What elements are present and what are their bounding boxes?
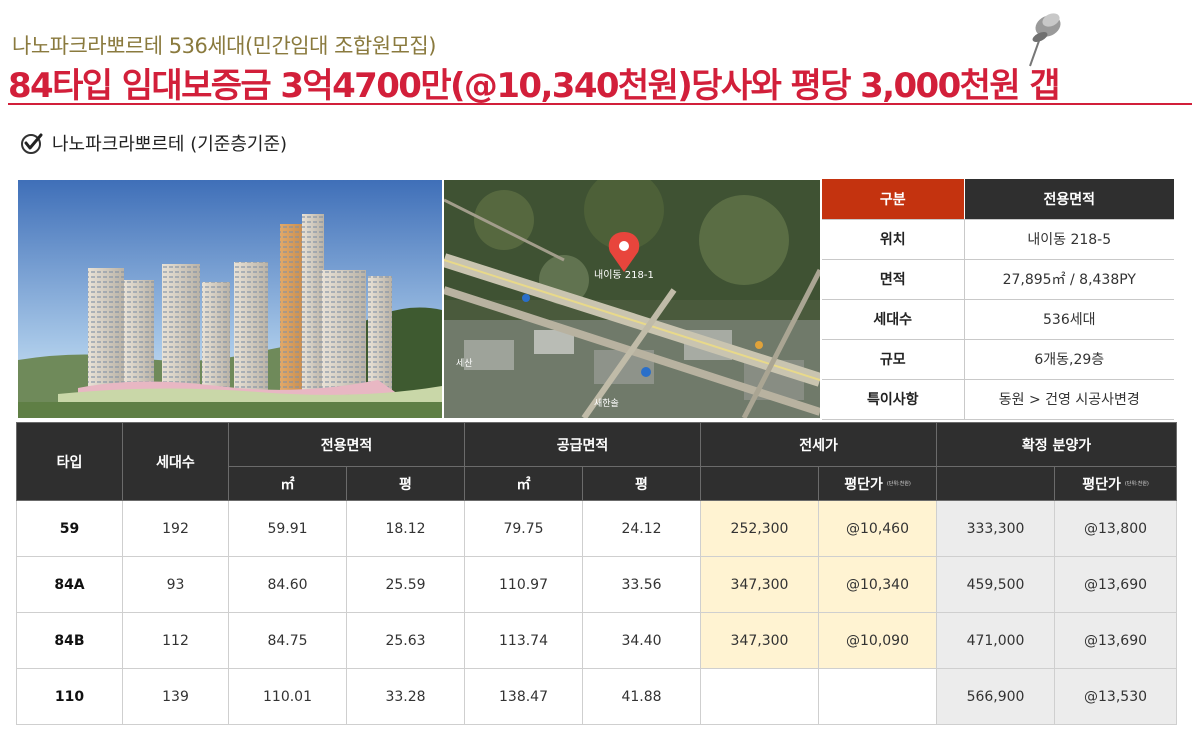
cell-jeonse-per-pyeong: @10,460 [817,500,938,557]
info-header-row: 구분 전용면적 [822,179,1174,220]
info-header-value: 전용면적 [964,179,1174,220]
info-header-category: 구분 [822,179,965,220]
section-heading: 나노파크라뽀르테 (기준층기준) [20,130,287,156]
col-header-sale-per-pyeong: 평단가 (단위:천원) [1054,466,1178,501]
cell-jeonse-total: 347,300 [700,556,819,613]
info-value: 6개동,29층 [964,339,1174,380]
info-key: 규모 [822,339,965,380]
project-info-table: 구분 전용면적 위치 내이동 218-5 면적 27,895㎡ / 8,438P… [822,179,1174,420]
map-label-1: 세산 [456,358,473,369]
cell-type: 110 [16,668,123,725]
cell-exclusive-sqm: 110.01 [228,668,347,725]
cell-sale-total: 471,000 [936,612,1056,669]
info-key: 면적 [822,259,965,300]
cell-supply-sqm: 138.47 [464,668,583,725]
cell-exclusive-pyeong: 33.28 [346,668,465,725]
per-pyeong-note: (단위:천원) [1124,481,1149,487]
col-header-type: 타입 [16,422,123,501]
cell-households: 139 [122,668,229,725]
cell-supply-pyeong: 41.88 [582,668,701,725]
cell-supply-sqm: 110.97 [464,556,583,613]
cell-sale-total: 459,500 [936,556,1056,613]
satellite-map-image: 내이동 218-1 세산 새한솔 [444,180,820,418]
table-row: 84B 112 84.75 25.63 113.74 34.40 347,300… [16,612,1178,669]
cell-supply-sqm: 79.75 [464,500,583,557]
page-subtitle: 나노파크라뽀르테 536세대(민간임대 조합원모집) [12,34,436,58]
info-key: 특이사항 [822,379,965,420]
table-row: 110 139 110.01 33.28 138.47 41.88 566,90… [16,668,1178,725]
apartment-rendering-image [18,180,442,418]
col-header-exclusive-pyeong: 평 [346,466,465,501]
info-key: 세대수 [822,299,965,340]
col-header-sale-total [936,466,1056,501]
headline-divider [8,103,1192,105]
cell-sale-total: 566,900 [936,668,1056,725]
cell-supply-sqm: 113.74 [464,612,583,669]
col-header-supply-pyeong: 평 [582,466,701,501]
cell-exclusive-sqm: 84.60 [228,556,347,613]
cell-households: 192 [122,500,229,557]
info-row: 특이사항 동원 > 건영 시공사변경 [822,379,1174,420]
cell-households: 93 [122,556,229,613]
col-header-jeonse: 전세가 [699,422,938,467]
col-header-jeonse-total [700,466,819,501]
cell-sale-total: 333,300 [936,500,1056,557]
page-headline: 84타입 임대보증금 3억4700만(@10,340천원)당사와 평당 3,00… [8,66,1061,106]
per-pyeong-note: (단위:천원) [886,481,911,487]
col-header-households: 세대수 [122,422,229,501]
col-header-exclusive-sqm: ㎡ [228,466,347,501]
push-pin-icon [1029,13,1061,67]
map-label-2: 새한솔 [594,398,619,409]
col-header-exclusive-area: 전용면적 [228,422,465,467]
table-row: 59 192 59.91 18.12 79.75 24.12 252,300 @… [16,500,1178,557]
info-value: 27,895㎡ / 8,438PY [964,259,1174,300]
col-header-supply-area: 공급면적 [464,422,701,467]
cell-jeonse-total: 347,300 [700,612,819,669]
info-row: 세대수 536세대 [822,299,1174,340]
cell-sale-per-pyeong: @13,530 [1054,668,1178,725]
price-header-row-1: 타입 세대수 전용면적 공급면적 전세가 확정 분양가 [16,422,1178,501]
cell-jeonse-per-pyeong: @10,090 [817,612,938,669]
cell-type: 84A [16,556,123,613]
cell-sale-per-pyeong: @13,690 [1054,612,1178,669]
cell-jeonse-per-pyeong [817,668,938,725]
table-row: 84A 93 84.60 25.59 110.97 33.56 347,300 … [16,556,1178,613]
info-value: 동원 > 건영 시공사변경 [964,379,1174,420]
cell-supply-pyeong: 33.56 [582,556,701,613]
cell-sale-per-pyeong: @13,800 [1054,500,1178,557]
info-value: 536세대 [964,299,1174,340]
cell-exclusive-sqm: 59.91 [228,500,347,557]
cell-jeonse-per-pyeong: @10,340 [817,556,938,613]
info-value: 내이동 218-5 [964,219,1174,260]
cell-exclusive-pyeong: 25.59 [346,556,465,613]
section-title: 나노파크라뽀르테 (기준층기준) [52,134,288,155]
cell-exclusive-pyeong: 25.63 [346,612,465,669]
cell-supply-pyeong: 24.12 [582,500,701,557]
col-header-jeonse-per-pyeong: 평단가 (단위:천원) [817,466,938,501]
info-row: 면적 27,895㎡ / 8,438PY [822,259,1174,300]
price-table: 타입 세대수 전용면적 공급면적 전세가 확정 분양가 ㎡ 평 ㎡ 평 평단가(… [16,422,1178,725]
per-pyeong-label: 평단가 [1082,476,1121,493]
cell-jeonse-total: 252,300 [700,500,819,557]
cell-supply-pyeong: 34.40 [582,612,701,669]
cell-exclusive-pyeong: 18.12 [346,500,465,557]
info-row: 위치 내이동 218-5 [822,219,1174,260]
cell-type: 59 [16,500,123,557]
info-key: 위치 [822,219,965,260]
info-row: 규모 6개동,29층 [822,339,1174,380]
cell-sale-per-pyeong: @13,690 [1054,556,1178,613]
col-header-sale-price: 확정 분양가 [936,422,1178,467]
col-header-supply-sqm: ㎡ [464,466,583,501]
cell-type: 84B [16,612,123,669]
cell-jeonse-total [700,668,819,725]
cell-households: 112 [122,612,229,669]
checkmark-circle-icon [21,133,43,154]
cell-exclusive-sqm: 84.75 [228,612,347,669]
per-pyeong-label: 평단가 [844,476,883,493]
